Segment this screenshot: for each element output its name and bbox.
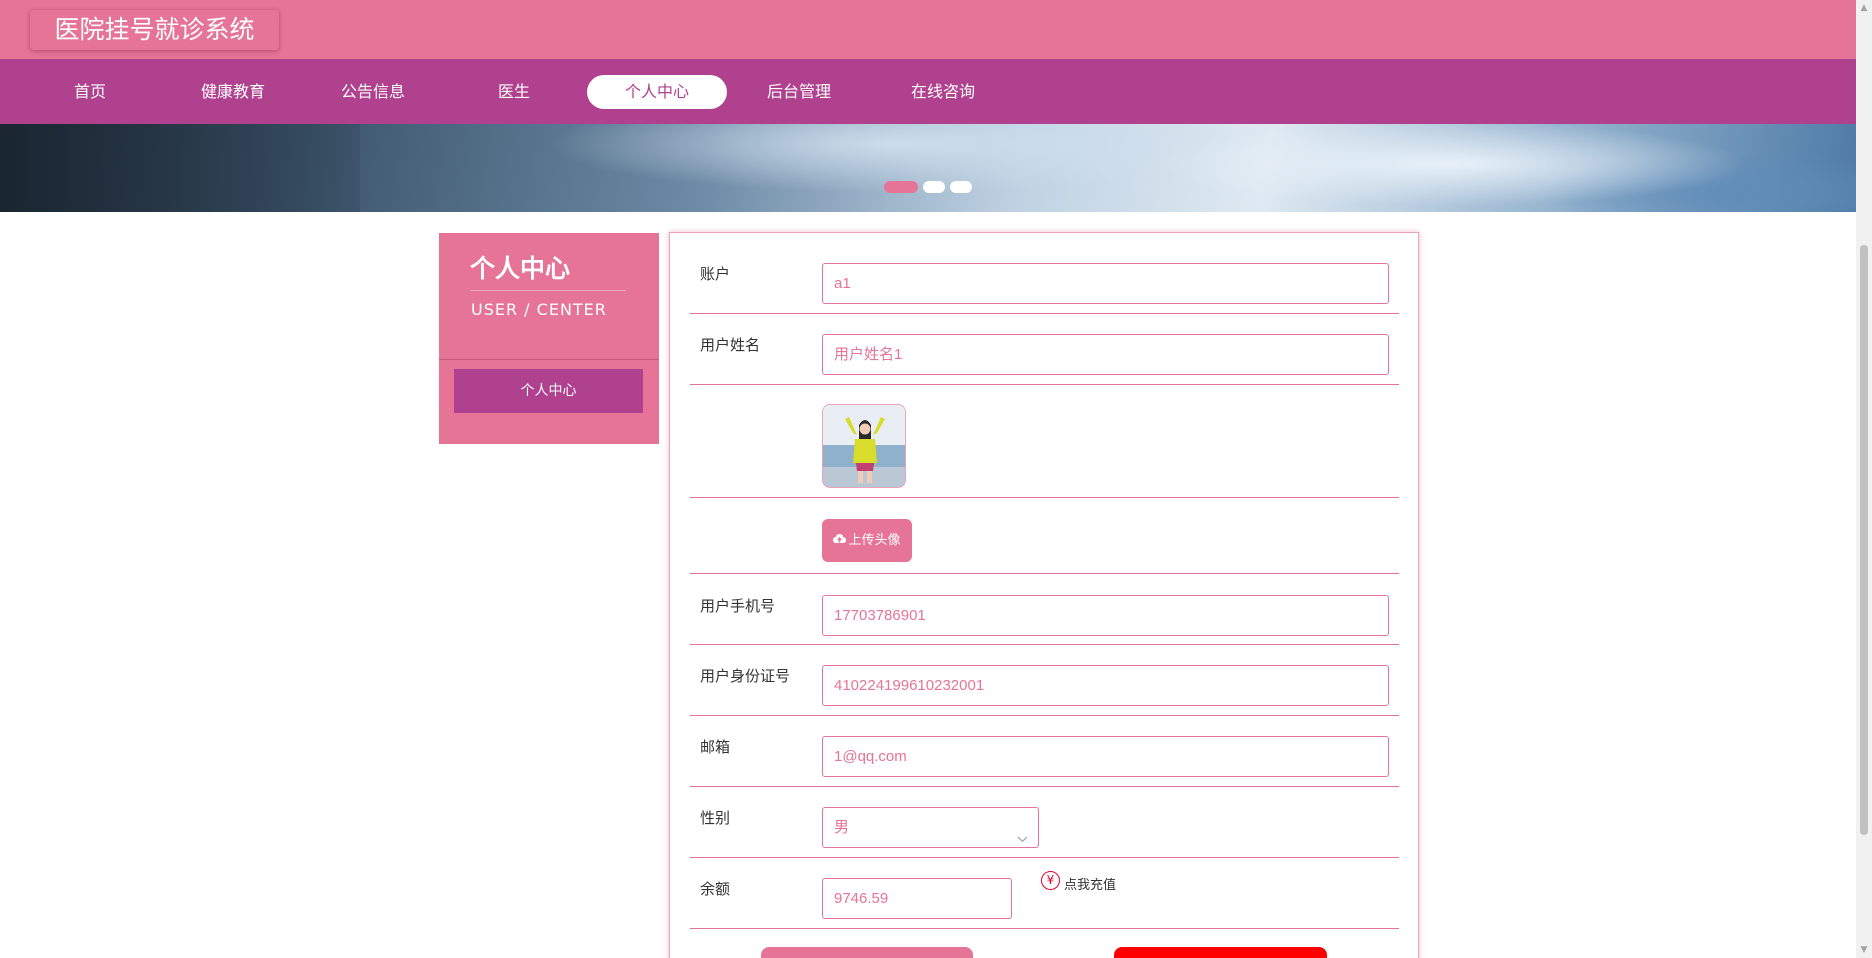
sidebar-item-user-center[interactable]: 个人中心 — [454, 369, 643, 413]
profile-form: 账户 a1 用户姓名 用户姓名1 上传头像 用户手机号 17703786901 … — [669, 232, 1419, 958]
balance-label: 余额 — [700, 880, 731, 898]
nav-announcements[interactable]: 公告信息 — [303, 75, 443, 109]
form-row-balance: 余额 9746.59 ¥ 点我充值 — [690, 858, 1399, 929]
nav-home[interactable]: 首页 — [20, 75, 160, 109]
sidebar-subtitle: USER / CENTER — [471, 300, 607, 319]
nav-admin[interactable]: 后台管理 — [729, 75, 869, 109]
gender-select[interactable]: 男 — [822, 807, 1039, 848]
avatar — [822, 404, 906, 488]
scrollbar-thumb[interactable] — [1860, 245, 1868, 835]
form-row-email: 邮箱 1@qq.com — [690, 716, 1399, 787]
scroll-down-icon[interactable]: ▼ — [1856, 942, 1872, 958]
form-row-gender: 性别 男 — [690, 787, 1399, 858]
yen-icon[interactable]: ¥ — [1041, 871, 1060, 890]
carousel-dot-2[interactable] — [923, 181, 945, 193]
phone-input[interactable]: 17703786901 — [822, 595, 1389, 636]
nav-health-education[interactable]: 健康教育 — [163, 75, 303, 109]
user-center-sidebar: 个人中心 USER / CENTER 个人中心 — [439, 233, 659, 444]
upload-avatar-label: 上传头像 — [848, 533, 901, 548]
name-input[interactable]: 用户姓名1 — [822, 334, 1389, 375]
account-label: 账户 — [700, 265, 731, 283]
id-card-input[interactable]: 410224199610232001 — [822, 665, 1389, 706]
save-button[interactable] — [761, 947, 973, 958]
app-title[interactable]: 医院挂号就诊系统 — [30, 10, 279, 50]
form-row-avatar — [690, 385, 1399, 498]
main-nav: 首页 健康教育 公告信息 医生 个人中心 后台管理 在线咨询 — [0, 59, 1856, 124]
recharge-link[interactable]: 点我充值 — [1064, 874, 1116, 893]
nav-user-center[interactable]: 个人中心 — [587, 75, 727, 109]
email-input[interactable]: 1@qq.com — [822, 736, 1389, 777]
page-scrollbar[interactable]: ▲ ▼ — [1856, 0, 1872, 958]
form-row-account: 账户 a1 — [690, 233, 1399, 314]
scroll-up-icon[interactable]: ▲ — [1856, 0, 1872, 16]
form-row-upload: 上传头像 — [690, 498, 1399, 574]
sidebar-divider — [470, 290, 626, 291]
logout-button[interactable] — [1114, 947, 1327, 958]
nav-doctors[interactable]: 医生 — [444, 75, 584, 109]
banner-carousel — [0, 124, 1856, 212]
gender-select-value: 男 — [834, 819, 850, 836]
form-row-name: 用户姓名 用户姓名1 — [690, 314, 1399, 385]
carousel-dot-3[interactable] — [950, 181, 972, 193]
id-card-label: 用户身份证号 — [700, 667, 791, 685]
chevron-down-icon — [1017, 820, 1028, 859]
cloud-upload-icon — [833, 519, 847, 562]
phone-label: 用户手机号 — [700, 597, 776, 615]
account-input[interactable]: a1 — [822, 263, 1389, 304]
email-label: 邮箱 — [700, 738, 731, 756]
name-label: 用户姓名 — [700, 336, 761, 354]
sidebar-separator — [439, 359, 659, 360]
banner-image — [0, 124, 360, 212]
form-row-phone: 用户手机号 17703786901 — [690, 574, 1399, 645]
nav-online-consult[interactable]: 在线咨询 — [873, 75, 1013, 109]
sidebar-title: 个人中心 — [470, 254, 571, 283]
balance-input[interactable]: 9746.59 — [822, 878, 1012, 919]
gender-label: 性别 — [700, 809, 731, 827]
header-bar: 医院挂号就诊系统 — [0, 0, 1856, 59]
user-photo-icon — [823, 405, 905, 487]
form-row-id-card: 用户身份证号 410224199610232001 — [690, 645, 1399, 716]
carousel-dot-1[interactable] — [884, 181, 918, 193]
upload-avatar-button[interactable]: 上传头像 — [822, 519, 912, 562]
